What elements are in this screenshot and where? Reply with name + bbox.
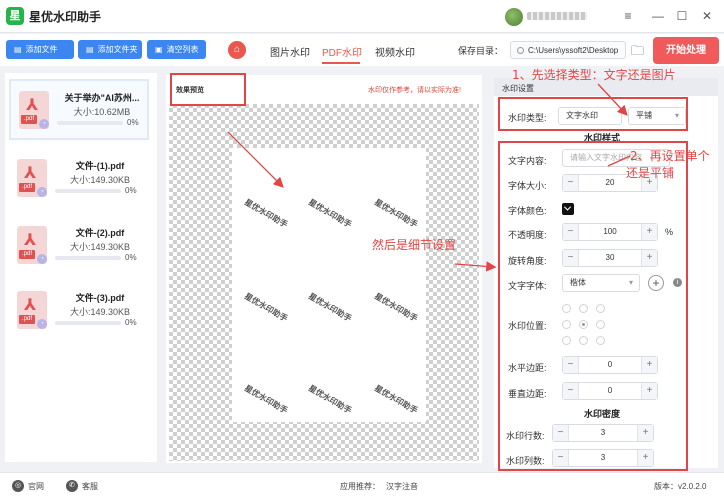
open-folder-icon[interactable]: 🗀 bbox=[631, 42, 644, 64]
user-avatar[interactable] bbox=[505, 8, 523, 26]
watermark-text: 星优水印助手 bbox=[242, 290, 290, 324]
save-dir-label: 保存目录： bbox=[458, 46, 504, 56]
file-name: 文件-(3).pdf bbox=[75, 293, 125, 303]
file-name: 关于举办"AI苏州... bbox=[64, 93, 140, 103]
watermark-text: 星优水印助手 bbox=[372, 196, 420, 230]
app-logo-icon: 星 bbox=[6, 7, 24, 25]
annotation-step2-line2: 还是平铺 bbox=[626, 166, 675, 180]
minimize-button[interactable]: — bbox=[648, 6, 668, 26]
file-progress-text: 0% bbox=[125, 318, 137, 327]
file-progress-text: 0% bbox=[127, 118, 139, 127]
watermark-text: 星优水印助手 bbox=[242, 196, 290, 230]
preview-page: 星优水印助手 星优水印助手 星优水印助手 星优水印助手 星优水印助手 星优水印助… bbox=[232, 148, 426, 422]
pdf-file-icon: ⅄ .pdf ◔ bbox=[17, 226, 47, 264]
clear-list-button[interactable]: ▣ 清空列表 bbox=[147, 40, 206, 59]
file-list: ⅄ .pdf ◔ 关于举办"AI苏州... 大小:10.62MB 0% ⅄ .pdf ◔… bbox=[5, 73, 157, 462]
file-size: 大小:149.30KB bbox=[69, 242, 131, 252]
file-progress-bar bbox=[55, 189, 121, 193]
annotation-step2-line1: 2、再设置单个 bbox=[630, 149, 710, 163]
preview-panel: 效果预览 水印仅作参考，请以实际为准! 星优水印助手 星优水印助手 星优水印助手… bbox=[166, 75, 482, 463]
user-name-blurred bbox=[527, 12, 587, 20]
trash-icon: ▣ bbox=[155, 45, 163, 54]
file-progress-bar bbox=[55, 256, 121, 260]
radio-icon[interactable] bbox=[517, 47, 524, 54]
annotation-step1: 1、先选择类型：文字还是图片 bbox=[512, 68, 676, 82]
website-link[interactable]: 官网 bbox=[28, 481, 44, 492]
menu-icon[interactable]: ≡ bbox=[618, 6, 638, 26]
add-file-icon: ▤ bbox=[14, 45, 22, 54]
home-icon: ⌂ bbox=[233, 44, 241, 55]
pdf-file-icon: ⅄ .pdf ◔ bbox=[19, 91, 49, 129]
transparent-canvas: 星优水印助手 星优水印助手 星优水印助手 星优水印助手 星优水印助手 星优水印助… bbox=[169, 104, 479, 461]
file-progress-text: 0% bbox=[125, 186, 137, 195]
close-button[interactable]: ✕ bbox=[697, 6, 717, 26]
watermark-text: 星优水印助手 bbox=[372, 290, 420, 324]
pdf-file-icon: ⅄ .pdf ◔ bbox=[17, 159, 47, 197]
tab-pdf-watermark[interactable]: PDF水印 bbox=[322, 44, 362, 59]
preview-highlight-box bbox=[170, 73, 246, 106]
website-icon[interactable]: ◎ bbox=[12, 480, 24, 492]
file-item[interactable]: ⅄ .pdf ◔ 文件-(1).pdf 大小:149.30KB 0% bbox=[9, 149, 149, 210]
recommend-app-link[interactable]: 汉字注音 bbox=[386, 481, 418, 492]
file-item[interactable]: ⅄ .pdf ◔ 关于举办"AI苏州... 大小:10.62MB 0% bbox=[9, 79, 149, 140]
file-name: 文件-(2).pdf bbox=[75, 228, 125, 238]
home-button[interactable]: ⌂ bbox=[228, 41, 246, 59]
annotation-step3: 然后是细节设置 bbox=[372, 238, 457, 252]
watermark-text: 星优水印助手 bbox=[242, 382, 290, 416]
type-highlight-box bbox=[498, 97, 688, 131]
active-tab-indicator bbox=[322, 62, 360, 64]
add-file-button[interactable]: ▤ 添加文件 bbox=[6, 40, 74, 59]
watermark-text: 星优水印助手 bbox=[306, 290, 354, 324]
status-bar: ◎ 官网 ✆ 客服 应用推荐： 汉字注音 版本：v2.0.2.0 bbox=[0, 472, 724, 500]
file-progress-bar bbox=[55, 321, 121, 325]
folder-icon: ▤ bbox=[86, 45, 94, 54]
file-item[interactable]: ⅄ .pdf ◔ 文件-(2).pdf 大小:149.30KB 0% bbox=[9, 216, 149, 277]
pdf-file-icon: ⅄ .pdf ◔ bbox=[17, 291, 47, 329]
support-link[interactable]: 客服 bbox=[82, 481, 98, 492]
add-folder-button[interactable]: ▤ 添加文件夹 bbox=[78, 40, 142, 59]
detail-highlight-box bbox=[498, 141, 688, 471]
file-name: 文件-(1).pdf bbox=[75, 161, 125, 171]
file-progress-text: 0% bbox=[125, 253, 137, 262]
watermark-text: 星优水印助手 bbox=[306, 382, 354, 416]
toolbar: ▤ 添加文件 ▤ 添加文件夹 ▣ 清空列表 ⌂ 图片水印 PDF水印 视频水印 保存目… bbox=[0, 34, 724, 66]
file-progress-bar bbox=[57, 121, 123, 125]
title-bar: 星 星优水印助手 ≡ — ☐ ✕ bbox=[0, 0, 724, 33]
file-size: 大小:10.62MB bbox=[73, 107, 131, 117]
maximize-button[interactable]: ☐ bbox=[672, 6, 692, 26]
file-size: 大小:149.30KB bbox=[69, 175, 131, 185]
watermark-text: 星优水印助手 bbox=[306, 196, 354, 230]
file-item[interactable]: ⅄ .pdf ◔ 文件-(3).pdf 大小:149.30KB 0% bbox=[9, 281, 149, 342]
file-size: 大小:149.30KB bbox=[69, 307, 131, 317]
app-title: 星优水印助手 bbox=[29, 10, 102, 24]
recommend-label: 应用推荐： bbox=[340, 482, 380, 491]
start-processing-button[interactable]: 开始处理 bbox=[653, 37, 719, 64]
tab-image-watermark[interactable]: 图片水印 bbox=[270, 44, 310, 59]
tab-video-watermark[interactable]: 视频水印 bbox=[375, 44, 415, 59]
version-text: 版本：v2.0.2.0 bbox=[654, 482, 707, 491]
preview-note: 水印仅作参考，请以实际为准! bbox=[368, 87, 461, 94]
support-icon[interactable]: ✆ bbox=[66, 480, 78, 492]
watermark-text: 星优水印助手 bbox=[372, 382, 420, 416]
save-path-field[interactable]: C:\Users\yssoft2\Desktop bbox=[510, 41, 626, 59]
